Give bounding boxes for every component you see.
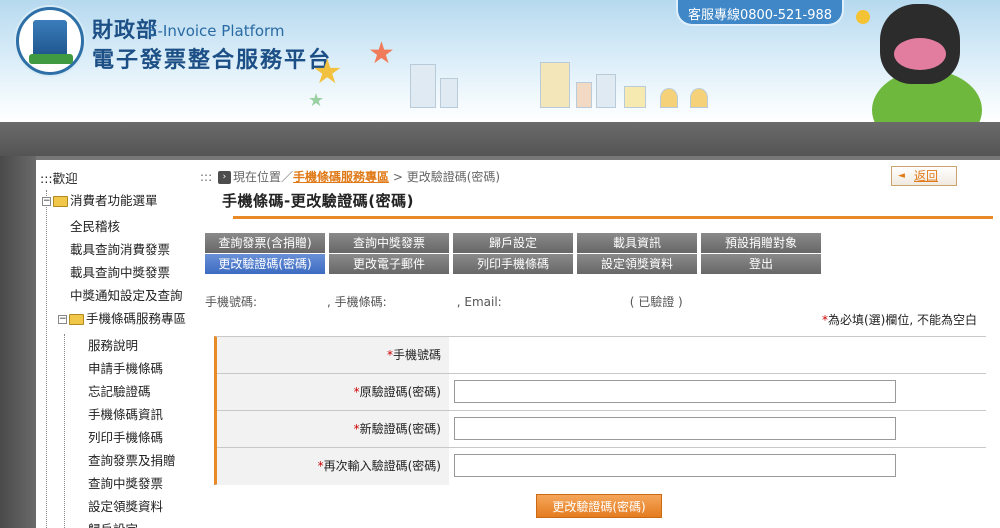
phone-value (449, 337, 986, 373)
old-code-input[interactable] (454, 380, 896, 403)
barcode-label: , 手機條碼: (327, 295, 387, 309)
tab-query-invoices[interactable]: 查詢發票(含捐贈) (205, 233, 325, 253)
verified-status: ( 已驗證 ) (629, 295, 683, 309)
sidebar-menu: :::歡迎 − 消費者功能選單 全民稽核 載具查詢消費發票 載具查詢中獎發票 中獎… (40, 164, 200, 528)
tab-logout[interactable]: 登出 (701, 254, 821, 274)
form-value-cell (449, 448, 986, 485)
sidebar-item-barcode-info[interactable]: 手機條碼資訊 (88, 404, 163, 423)
ministry-logo[interactable] (16, 7, 84, 75)
confirm-code-label: 再次輸入驗證碼(密碼) (323, 459, 441, 473)
new-code-input[interactable] (454, 417, 896, 440)
confirm-code-input[interactable] (454, 454, 896, 477)
sidebar-item-service-info[interactable]: 服務說明 (88, 335, 138, 354)
breadcrumb-link[interactable]: 手機條碼服務專區 (293, 170, 389, 184)
form-row-new-code: *新驗證碼(密碼) (217, 411, 986, 448)
tab-query-winning[interactable]: 查詢中獎發票 (329, 233, 449, 253)
tab-print-barcode[interactable]: 列印手機條碼 (453, 254, 573, 274)
left-edge-bar (0, 156, 36, 528)
bear-mascot (880, 4, 960, 84)
old-code-label: 原驗證碼(密碼) (359, 385, 441, 399)
sidebar-item-barcode-zone[interactable]: − 手機條碼服務專區 (58, 308, 186, 327)
city-skyline-illustration (410, 58, 860, 108)
tree-guide-line (46, 190, 47, 528)
new-code-label: 新驗證碼(密碼) (359, 422, 441, 436)
arrow-right-icon: › (217, 171, 231, 184)
sidebar-item-print-barcode[interactable]: 列印手機條碼 (88, 427, 163, 446)
sidebar-item-forgot-code[interactable]: 忘記驗證碼 (88, 381, 151, 400)
back-button-label: 返回 (914, 169, 939, 183)
sidebar-item-win-notice[interactable]: 中獎通知設定及查詢 (70, 285, 183, 304)
sidebar-welcome: :::歡迎 (40, 168, 78, 187)
account-info-line: 手機號碼: , 手機條碼: , Email: ( 已驗證 ) (205, 293, 683, 310)
star-icon: ★ (308, 90, 325, 111)
sidebar-item-apply-barcode[interactable]: 申請手機條碼 (88, 358, 163, 377)
welcome-prefix: ::: (40, 171, 53, 186)
form-row-confirm-code: *再次輸入驗證碼(密碼) (217, 448, 986, 485)
platform-english-name: E-Invoice Platform (148, 22, 285, 40)
sidebar-item-prize-data[interactable]: 設定領獎資料 (88, 496, 163, 515)
sidebar-item-label: 消費者功能選單 (70, 193, 158, 208)
tree-guide-line (64, 334, 65, 528)
title-divider (205, 208, 993, 224)
platform-name: 電子發票整合服務平台 (92, 47, 333, 72)
collapse-icon[interactable]: − (58, 315, 67, 324)
breadcrumb-prefix: ::: (200, 170, 213, 184)
hotline-badge: 客服專線0800-521-988 (676, 0, 844, 26)
tab-change-code[interactable]: 更改驗證碼(密碼) (205, 254, 325, 274)
sidebar-item-consumer-menu[interactable]: − 消費者功能選單 (42, 190, 158, 209)
tab-default-donation[interactable]: 預設捐贈對象 (701, 233, 821, 253)
sidebar-item-query-winning[interactable]: 查詢中獎發票 (88, 473, 163, 492)
star-icon: ★ (312, 52, 343, 92)
email-label: , Email: (456, 295, 502, 309)
folder-open-icon (53, 196, 68, 207)
sidebar-item-audit[interactable]: 全民稽核 (70, 216, 120, 235)
collapse-icon[interactable]: − (42, 197, 51, 206)
form-label: *原驗證碼(密碼) (217, 374, 449, 410)
form-label: *再次輸入驗證碼(密碼) (217, 448, 449, 485)
required-note-text: 為必填(選)欄位, 不能為空白 (828, 313, 977, 327)
sidebar-item-account-link[interactable]: 歸戶設定 (88, 519, 138, 528)
header-band (0, 122, 1000, 160)
arrow-left-icon: ◄ (898, 171, 905, 181)
tab-change-email[interactable]: 更改電子郵件 (329, 254, 449, 274)
wand-icon (856, 10, 870, 24)
submit-button[interactable]: 更改驗證碼(密碼) (536, 494, 662, 518)
form-label: *手機號碼 (217, 337, 449, 373)
page-title: 手機條碼-更改驗證碼(密碼) (222, 192, 414, 210)
tab-prize-data[interactable]: 設定領獎資料 (577, 254, 697, 274)
sidebar-item-query-invoices[interactable]: 查詢發票及捐贈 (88, 450, 176, 469)
breadcrumb-current-label: 現在位置 (232, 170, 281, 184)
sidebar-item-label: 手機條碼服務專區 (86, 311, 187, 326)
breadcrumb-arrow: > (392, 170, 403, 184)
breadcrumb-page: 更改驗證碼(密碼) (406, 170, 501, 184)
form-row-old-code: *原驗證碼(密碼) (217, 374, 986, 411)
star-icon: ★ (368, 36, 395, 71)
form-label: *新驗證碼(密碼) (217, 411, 449, 447)
required-note: *為必填(選)欄位, 不能為空白 (822, 311, 977, 328)
back-button[interactable]: ◄ 返回 (891, 166, 957, 186)
form-row-phone: *手機號碼 (217, 337, 986, 374)
form-value-cell (449, 411, 986, 447)
tab-carrier-info[interactable]: 載具資訊 (577, 233, 697, 253)
folder-open-icon (69, 314, 84, 325)
breadcrumb-separator: ／ (280, 170, 293, 184)
welcome-label: 歡迎 (52, 171, 78, 186)
phone-label: 手機號碼 (392, 348, 441, 362)
breadcrumb: ::: › 現在位置／手機條碼服務專區 > 更改驗證碼(密碼) (200, 168, 500, 185)
phone-label: 手機號碼: (205, 295, 258, 309)
site-header: 財政部 E-Invoice Platform 電子發票整合服務平台 客服專線08… (0, 0, 1000, 122)
change-code-form: *手機號碼 *原驗證碼(密碼) *新驗證碼(密碼) *再次輸入驗證碼(密碼) (214, 336, 986, 485)
tab-account-link[interactable]: 歸戶設定 (453, 233, 573, 253)
sidebar-item-carrier-invoices[interactable]: 載具查詢消費發票 (70, 239, 170, 258)
form-value-cell (449, 374, 986, 410)
sidebar-item-carrier-winning[interactable]: 載具查詢中獎發票 (70, 262, 170, 281)
